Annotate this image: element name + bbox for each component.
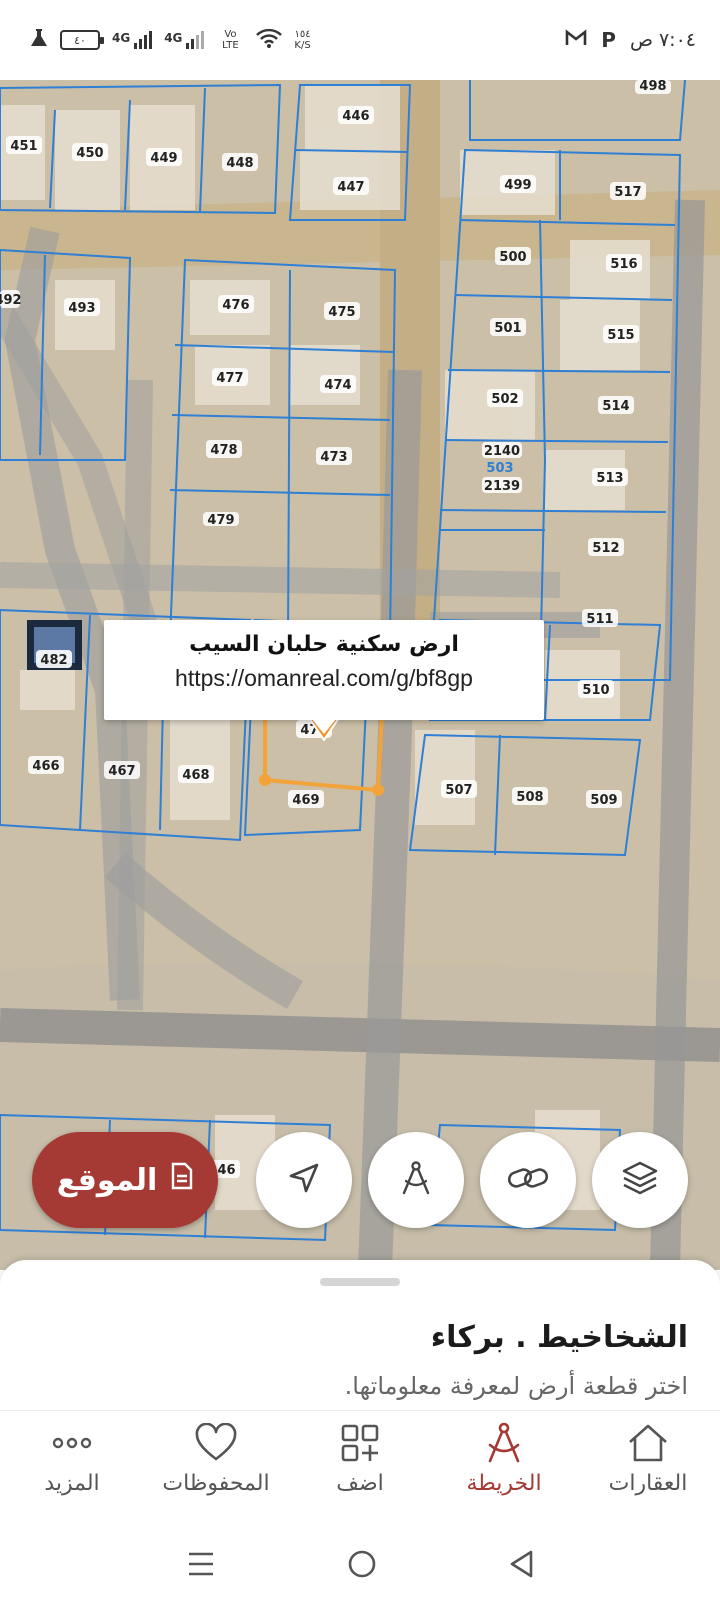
compass-icon xyxy=(432,1419,576,1467)
svg-text:474: 474 xyxy=(324,378,351,393)
svg-text:469: 469 xyxy=(292,793,319,808)
home-icon xyxy=(576,1419,720,1467)
navigation-arrow-icon xyxy=(287,1161,321,1199)
heart-icon xyxy=(144,1419,288,1467)
navigate-button[interactable] xyxy=(256,1132,352,1228)
svg-text:477: 477 xyxy=(216,371,243,386)
share-link-button[interactable] xyxy=(480,1132,576,1228)
svg-text:493: 493 xyxy=(68,301,95,316)
svg-text:473: 473 xyxy=(320,450,347,465)
nav-label-saved: المحفوظات xyxy=(162,1471,270,1496)
svg-text:512: 512 xyxy=(592,541,619,556)
svg-text:482: 482 xyxy=(40,653,67,668)
svg-text:499: 499 xyxy=(504,178,531,193)
battery-icon: ٤٠ xyxy=(60,30,104,50)
nav-item-map[interactable]: الخريطة xyxy=(432,1419,576,1496)
status-bar: ٤٠ 4G 4G Vo LTE ١٥٤ K/S P ٧:٠٤ ص xyxy=(0,0,720,80)
wifi-icon xyxy=(256,28,283,53)
svg-text:503: 503 xyxy=(486,461,513,476)
nav-item-more[interactable]: المزيد xyxy=(0,1419,144,1496)
svg-text:451: 451 xyxy=(10,139,37,154)
svg-text:515: 515 xyxy=(607,328,634,343)
signal-4g-icon: 4G xyxy=(112,31,153,49)
satellite-map[interactable]: 451 450 449 448 446 447 498 499 517 500 … xyxy=(0,80,720,1270)
nav-label-add: اضف xyxy=(336,1471,384,1496)
svg-text:517: 517 xyxy=(614,185,641,200)
svg-text:478: 478 xyxy=(210,443,237,458)
location-button-label: الموقع xyxy=(56,1162,158,1198)
nav-label-more: المزيد xyxy=(44,1471,100,1496)
back-triangle-icon[interactable] xyxy=(508,1549,534,1583)
svg-text:507: 507 xyxy=(445,783,472,798)
svg-text:514: 514 xyxy=(602,399,629,414)
svg-text:509: 509 xyxy=(590,793,617,808)
svg-text:511: 511 xyxy=(586,612,613,627)
svg-text:2140: 2140 xyxy=(484,444,520,459)
layers-button[interactable] xyxy=(592,1132,688,1228)
svg-text:516: 516 xyxy=(610,257,637,272)
nav-item-saved[interactable]: المحفوظات xyxy=(144,1419,288,1496)
svg-text:500: 500 xyxy=(499,250,526,265)
measure-button[interactable] xyxy=(368,1132,464,1228)
status-right: P ٧:٠٤ ص xyxy=(565,28,696,52)
signal-4g-secondary-icon: 4G xyxy=(164,31,205,49)
bottom-nav: العقارات الخريطة اضف المحفوظات المزيد xyxy=(0,1410,720,1520)
svg-text:508: 508 xyxy=(516,790,543,805)
svg-text:498: 498 xyxy=(639,80,666,94)
flask-icon xyxy=(30,28,48,53)
nav-label-map: الخريطة xyxy=(466,1471,542,1496)
svg-text:450: 450 xyxy=(76,146,103,161)
status-left: ٤٠ 4G 4G Vo LTE ١٥٤ K/S xyxy=(30,28,311,53)
parking-icon: P xyxy=(601,28,616,52)
svg-text:448: 448 xyxy=(226,156,253,171)
nav-label-properties: العقارات xyxy=(608,1471,688,1496)
svg-text:513: 513 xyxy=(596,471,623,486)
svg-text:479: 479 xyxy=(207,513,234,528)
volte-label: Vo LTE xyxy=(222,29,239,51)
svg-text:468: 468 xyxy=(182,768,209,783)
sheet-title: الشخاخيط . بركاء xyxy=(430,1320,688,1355)
net-speed: ١٥٤ K/S xyxy=(294,29,311,51)
svg-text:476: 476 xyxy=(222,298,249,313)
svg-text:501: 501 xyxy=(494,321,521,336)
document-icon xyxy=(171,1162,193,1198)
link-icon xyxy=(507,1163,549,1197)
svg-text:449: 449 xyxy=(150,151,177,166)
compass-icon xyxy=(397,1159,435,1201)
bottom-sheet[interactable]: الشخاخيط . بركاء اختر قطعة أرض لمعرفة مع… xyxy=(0,1260,720,1410)
nav-item-properties[interactable]: العقارات xyxy=(576,1419,720,1496)
grid-plus-icon xyxy=(288,1419,432,1467)
more-dots-icon xyxy=(0,1419,144,1467)
location-button[interactable]: الموقع xyxy=(32,1132,218,1228)
system-nav-bar xyxy=(0,1520,720,1612)
sheet-subtitle: اختر قطعة أرض لمعرفة معلوماتها. xyxy=(344,1372,688,1400)
svg-text:502: 502 xyxy=(491,392,518,407)
home-circle-icon[interactable] xyxy=(347,1549,377,1583)
svg-text:446: 446 xyxy=(342,109,369,124)
svg-text:2139: 2139 xyxy=(484,479,520,494)
nav-item-add[interactable]: اضف xyxy=(288,1419,432,1496)
svg-text:492: 492 xyxy=(0,293,22,308)
sheet-drag-handle[interactable] xyxy=(320,1278,400,1286)
svg-text:467: 467 xyxy=(108,764,135,779)
plot-info-popup[interactable]: ارض سكنية حلبان السيب https://omanreal.c… xyxy=(104,620,544,734)
popup-link[interactable]: https://omanreal.com/g/bf8gp xyxy=(104,665,544,692)
popup-title: ارض سكنية حلبان السيب xyxy=(189,632,459,657)
svg-text:475: 475 xyxy=(328,305,355,320)
svg-text:447: 447 xyxy=(337,180,364,195)
svg-text:510: 510 xyxy=(582,683,609,698)
clock-time: ٧:٠٤ ص xyxy=(629,29,696,51)
layers-icon xyxy=(621,1160,659,1200)
svg-text:466: 466 xyxy=(32,759,59,774)
gmail-icon xyxy=(565,28,587,52)
recent-apps-icon[interactable] xyxy=(186,1551,216,1581)
